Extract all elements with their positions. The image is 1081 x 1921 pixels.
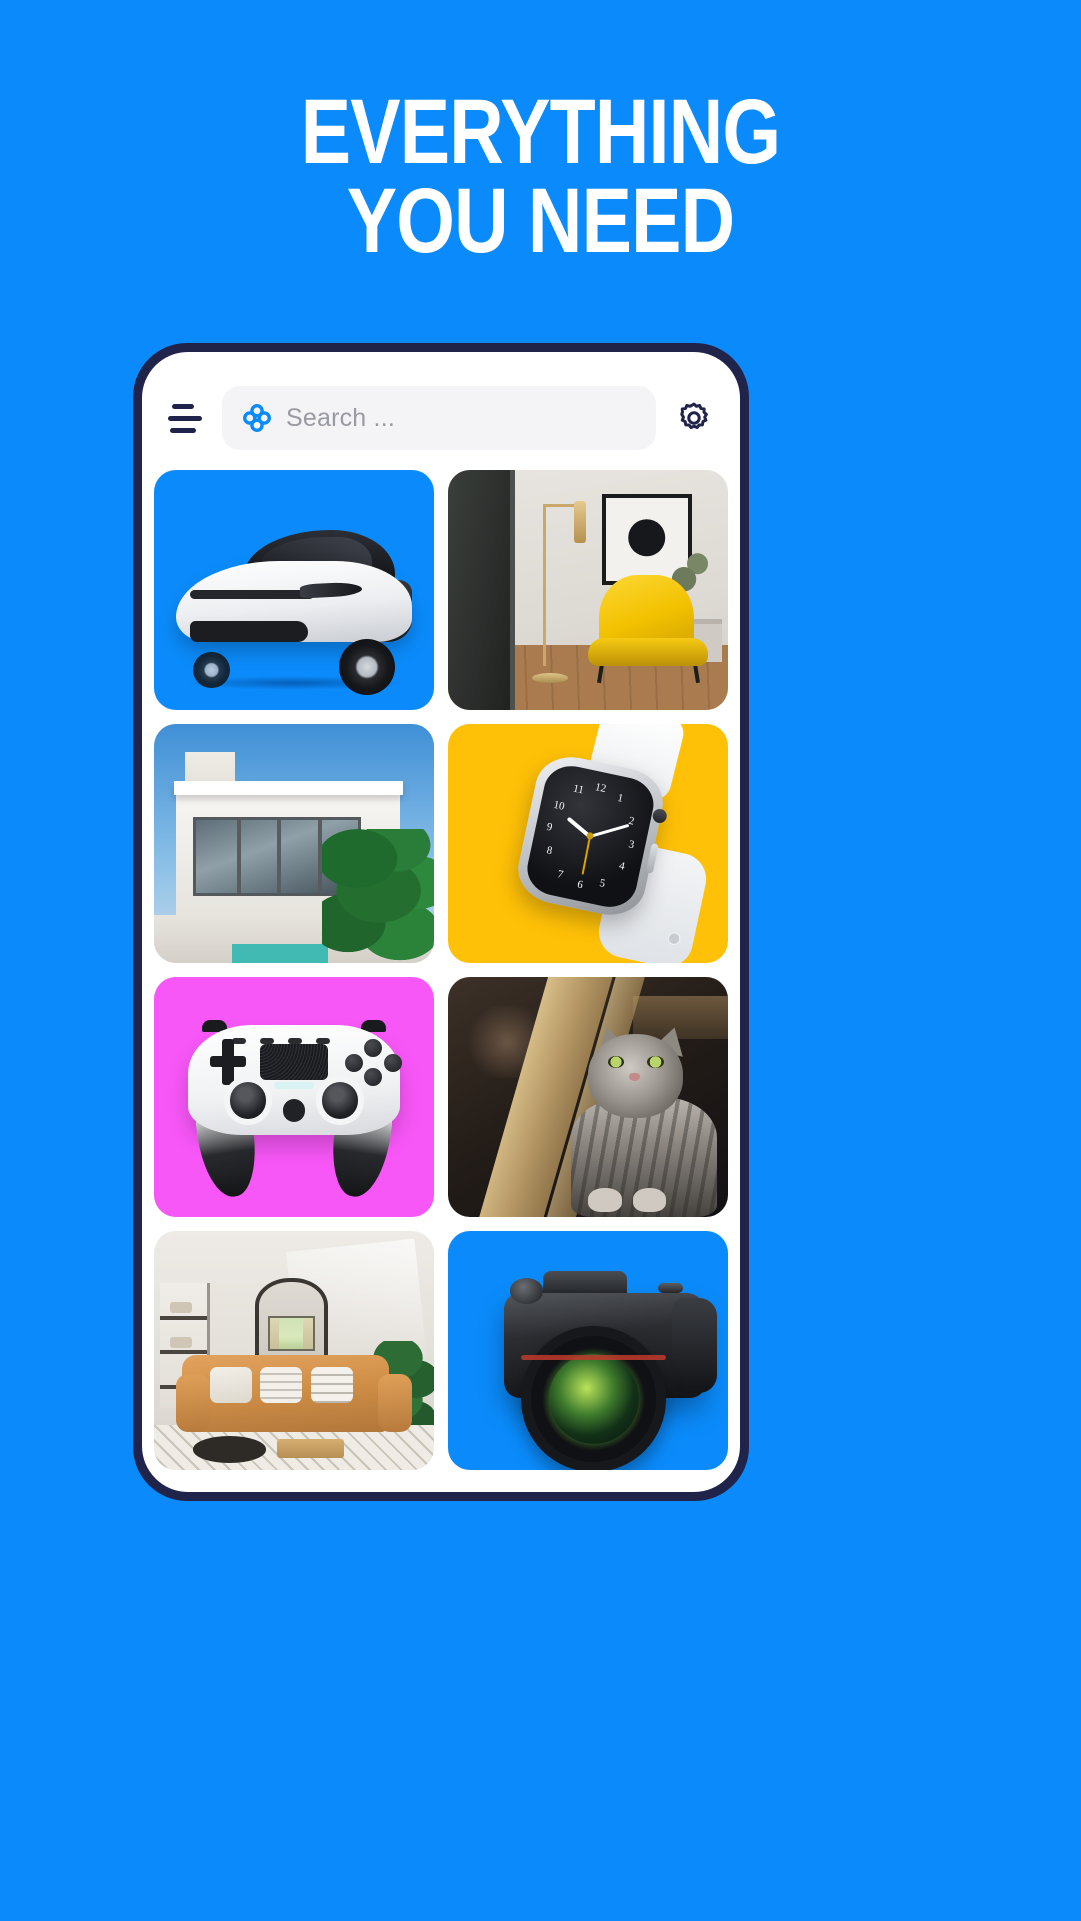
grid-tile-controller[interactable] <box>154 977 434 1217</box>
phone-screen: Search ... 12 1 2 3 4 5 6 7 8 9 10 11 <box>142 352 740 1492</box>
headline-line-2: YOU NEED <box>346 170 735 273</box>
grid-tile-interior[interactable] <box>448 470 728 710</box>
image-grid: 12 1 2 3 4 5 6 7 8 9 10 11 <box>142 464 740 1492</box>
grid-tile-livingroom[interactable] <box>154 1230 434 1470</box>
hamburger-menu-icon[interactable] <box>168 403 204 433</box>
cat-illustration <box>448 977 728 1217</box>
grid-tile-car[interactable] <box>154 470 434 710</box>
app-topbar: Search ... <box>142 352 740 464</box>
grid-tile-camera[interactable] <box>448 1230 728 1470</box>
smartwatch-illustration: 12 1 2 3 4 5 6 7 8 9 10 11 <box>448 723 728 963</box>
search-input[interactable]: Search ... <box>222 386 656 450</box>
search-placeholder-text: Search ... <box>286 403 395 432</box>
hamburger-line-2 <box>168 415 202 421</box>
controller-illustration <box>154 977 434 1217</box>
hamburger-line-3 <box>170 427 196 433</box>
grid-tile-house[interactable] <box>154 723 434 963</box>
hamburger-line-1 <box>172 403 194 409</box>
clover-flower-icon <box>243 404 271 432</box>
grid-tile-cat[interactable] <box>448 977 728 1217</box>
grid-tile-smartwatch[interactable]: 12 1 2 3 4 5 6 7 8 9 10 11 <box>448 723 728 963</box>
car-illustration <box>154 470 434 710</box>
page-title: EVERYTHING YOU NEED <box>97 81 983 273</box>
camera-illustration <box>448 1230 728 1470</box>
headline-line-1: EVERYTHING <box>300 81 781 183</box>
interior-illustration <box>448 470 728 710</box>
livingroom-illustration <box>154 1230 434 1470</box>
house-illustration <box>154 723 434 963</box>
phone-mockup: Search ... 12 1 2 3 4 5 6 7 8 9 10 11 <box>133 343 749 1501</box>
gear-icon[interactable] <box>674 398 714 438</box>
